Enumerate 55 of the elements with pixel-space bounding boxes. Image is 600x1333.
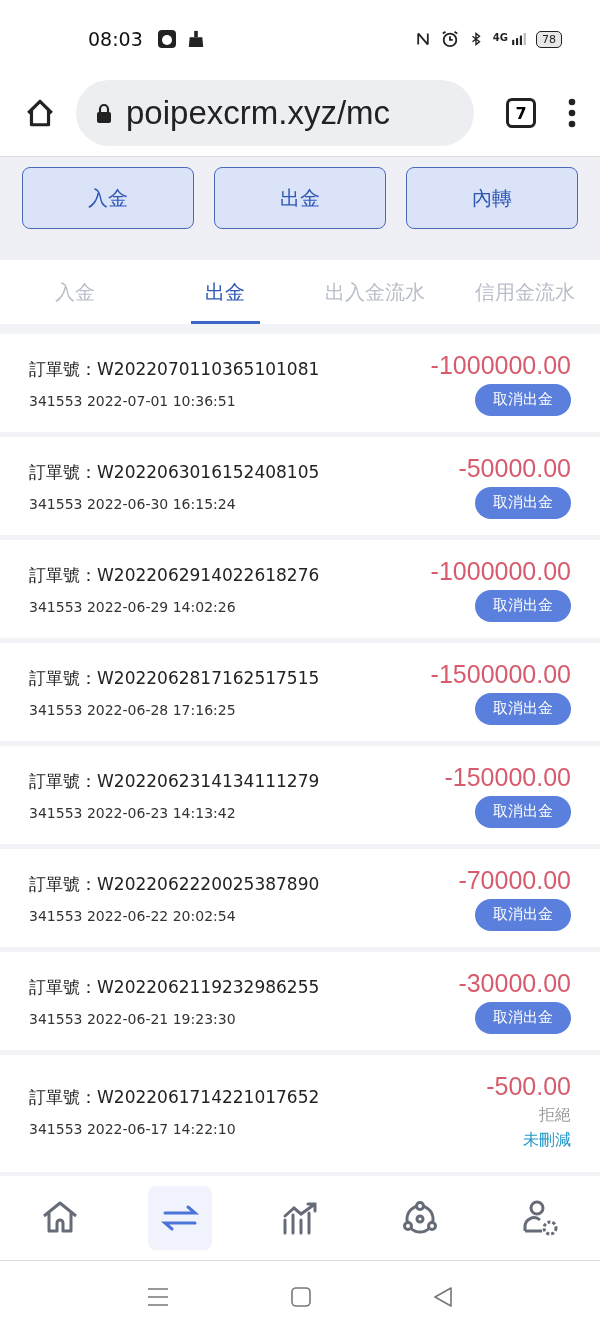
order-amount: -1000000.00 [430,556,571,586]
order-amount: -150000.00 [444,762,571,792]
cancel-withdrawal-button[interactable]: 取消出金 [475,898,571,931]
order-meta: 341553 2022-06-30 16:15:24 [29,495,237,512]
cancel-withdrawal-button[interactable]: 取消出金 [475,486,571,519]
action-button[interactable]: 出金 [214,167,386,229]
cancel-withdrawal-button[interactable]: 取消出金 [475,1001,571,1034]
network-label: 4G [492,32,508,43]
home-icon[interactable] [24,97,56,129]
cancel-withdrawal-button[interactable]: 取消出金 [475,383,571,416]
action-button[interactable]: 入金 [22,167,194,229]
square-icon[interactable] [291,1287,311,1307]
order-meta: 341553 2022-06-29 14:02:26 [29,598,237,615]
cancel-withdrawal-button[interactable]: 取消出金 [475,692,571,725]
order-status: 拒絕 [539,1104,571,1126]
more-menu-icon[interactable] [568,98,576,128]
order-amount: -30000.00 [458,968,571,998]
status-time: 08:03 [88,28,143,50]
signal-icon [512,33,526,45]
url-text: poipexcrm.xyz/mc [126,94,391,132]
cancel-withdrawal-button[interactable]: 取消出金 [475,795,571,828]
order-meta: 341553 2022-06-23 14:13:42 [29,804,237,821]
broom-icon [186,30,205,48]
order-amount: -500.00 [486,1071,571,1101]
action-button[interactable]: 內轉 [406,167,578,229]
order-meta: 341553 2022-06-22 20:02:54 [29,907,237,924]
back-icon[interactable] [433,1287,453,1307]
order-number: 訂單號：W2022061714221017652 [29,1085,320,1109]
order-number: 訂單號：W2022062119232986255 [29,975,320,999]
order-number: 訂單號：W2022062817162517515 [29,666,320,690]
transfer-nav-button[interactable] [148,1186,212,1250]
cancel-withdrawal-button[interactable]: 取消出金 [475,589,571,622]
order-meta: 341553 2022-07-01 10:36:51 [29,392,237,409]
order-number: 訂單號：W2022062220025387890 [29,872,320,896]
order-amount: -1500000.00 [430,659,571,689]
order-number: 訂單號：W2022062314134111279 [29,769,320,793]
order-note: 未刪減 [523,1129,571,1151]
order-amount: -50000.00 [458,453,571,483]
order-meta: 341553 2022-06-21 19:23:30 [29,1010,237,1027]
app-icon [156,29,177,49]
alarm-icon [440,30,459,48]
order-number: 訂單號：W2022062914022618276 [29,563,320,587]
battery-indicator: 78 [536,30,562,48]
lock-icon [96,103,112,123]
order-meta: 341553 2022-06-28 17:16:25 [29,701,237,718]
order-amount: -1000000.00 [430,350,571,380]
address-bar[interactable]: poipexcrm.xyz/mc [76,80,474,146]
order-number: 訂單號：W2022063016152408105 [29,460,320,484]
order-meta: 341553 2022-06-17 14:22:10 [29,1120,237,1137]
menu-icon[interactable] [147,1287,169,1307]
order-number: 訂單號：W2022070110365101081 [29,357,320,381]
order-amount: -70000.00 [458,865,571,895]
tab[interactable]: 出金 [150,260,300,324]
tab-count-button[interactable]: 7 [506,98,536,128]
nfc-icon [414,30,431,48]
